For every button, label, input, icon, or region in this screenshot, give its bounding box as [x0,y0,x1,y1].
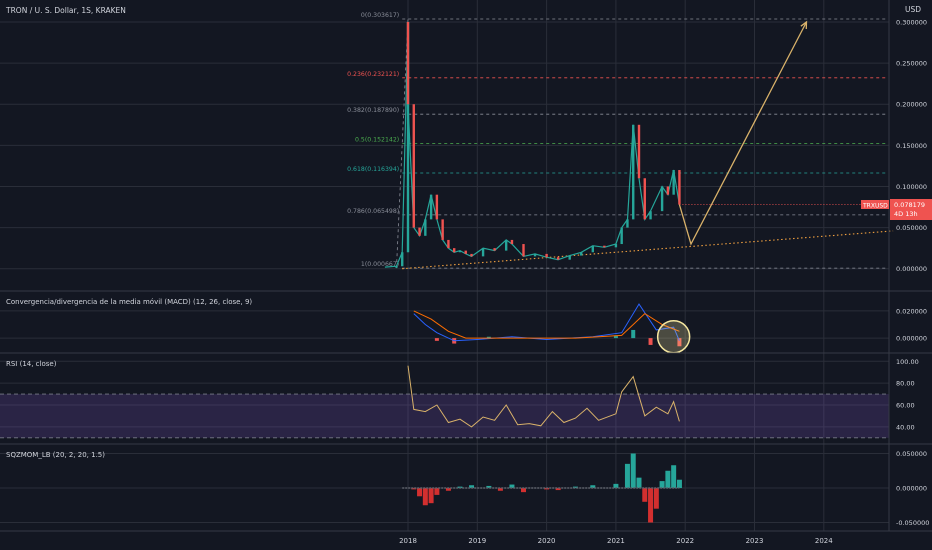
price-tick-label[interactable]: 40.00 [896,423,915,431]
momentum-bar [648,488,654,523]
momentum-bar [636,477,642,488]
momentum-bar [642,488,648,502]
price-candle [614,244,618,248]
momentum-bar [630,453,636,488]
fib-level-label: 0.236(0.232121) [347,71,399,78]
price-candle [458,250,462,253]
price-candle [418,227,421,236]
fib-level-label: 0(0.303617) [361,12,399,19]
price-candle [545,253,548,258]
price-candle [447,239,450,249]
time-tick-label[interactable]: 2022 [676,537,694,545]
momentum-bar [665,470,671,488]
price-tick-label[interactable]: 80.00 [896,380,915,388]
price-tick-label[interactable]: 60.00 [896,402,915,410]
price-candle [533,253,537,257]
price-candle [429,194,433,220]
time-tick-label[interactable]: 2021 [607,537,625,545]
price-candle [649,211,652,220]
price-candle [556,257,560,260]
macd-title[interactable]: Convergencia/divergencia de la media móv… [6,298,252,306]
price-candle [435,194,439,220]
price-tick-label[interactable]: 0.150000 [896,142,927,150]
macd-histogram-bar [434,338,439,341]
price-candle [481,248,485,257]
time-tick-label[interactable]: 2018 [399,537,417,545]
price-tick-label[interactable]: 100.00 [896,358,919,366]
price-candle [580,252,583,256]
momentum-bar [422,488,428,506]
bar-countdown: 4D 13h [894,210,918,218]
price-candle [620,227,623,245]
price-candle [504,239,508,251]
price-candle [626,219,629,228]
price-candle [591,245,594,253]
time-tick-label[interactable]: 2023 [746,537,764,545]
price-candle [637,124,641,179]
momentum-bar [671,465,677,488]
price-candle [401,252,404,267]
fib-level-label: 0.382(0.187890) [347,107,399,114]
price-candle [643,178,646,220]
price-tick-label[interactable]: 0.000000 [896,265,927,273]
fib-level-label: 1(0.000667) [361,261,399,268]
price-candle [632,124,635,220]
price-tick-label[interactable]: 0.200000 [896,101,927,109]
price-tick-label[interactable]: 0.020000 [896,307,927,315]
currency-label[interactable]: USD [905,5,921,14]
fib-level-label: 0.5(0.152142) [355,137,399,144]
time-tick-label[interactable]: 2024 [815,537,833,545]
last-price-value: 0.078179 [894,201,925,209]
momentum-bar [417,488,423,497]
fib-level-label: 0.786(0.065498) [347,208,399,215]
price-tick-label[interactable]: 0.100000 [896,183,927,191]
price-tick-label[interactable]: 0.250000 [896,60,927,68]
macd-histogram-bar [631,329,636,339]
price-tick-label[interactable]: 0.050000 [896,450,927,458]
time-tick-label[interactable]: 2020 [538,537,556,545]
momentum-bar [434,488,440,495]
price-candle [441,219,444,240]
price-candle [395,266,398,268]
highlight-circle[interactable] [656,320,691,354]
time-tick-label[interactable]: 2019 [468,537,486,545]
price-candle [666,186,670,195]
tradingview-chart: 0(0.303617) 0.236(0.232121) 0.382(0.187890… [0,0,932,550]
price-tick-label[interactable]: 0.300000 [896,19,927,27]
chart-background [0,0,932,550]
price-candle [660,186,664,212]
price-candle [672,170,675,195]
price-candle [678,170,681,205]
momentum-bar [624,463,630,488]
price-candle [493,248,496,251]
momentum-bar [659,481,665,488]
price-candle [470,253,473,257]
price-candle [424,219,427,236]
price-tick-label[interactable]: 0.000000 [896,335,927,343]
price-candle [464,250,467,254]
price-tick-label[interactable]: -0.050000 [896,519,929,527]
price-candle [568,255,571,260]
price-candle [522,244,525,257]
rsi-title[interactable]: RSI (14, close) [6,360,57,368]
price-candle [406,22,410,105]
momentum-bar [428,488,434,504]
price-candle [412,104,415,228]
price-candle [603,245,606,248]
momentum-title[interactable]: SQZMOM_LB (20, 2, 20, 1.5) [6,451,105,459]
momentum-bar [676,479,682,488]
ticker-label: TRXUSD [862,203,888,210]
price-candle [453,248,456,253]
symbol-title[interactable]: TRON / U. S. Dollar, 1S, KRAKEN [5,6,126,15]
price-tick-label[interactable]: 0.000000 [896,485,927,493]
macd-histogram-bar [648,338,653,345]
price-tick-label[interactable]: 0.050000 [896,224,927,232]
fib-level-label: 0.618(0.116394) [347,166,399,173]
price-candle [510,239,514,245]
momentum-bar [653,488,659,509]
